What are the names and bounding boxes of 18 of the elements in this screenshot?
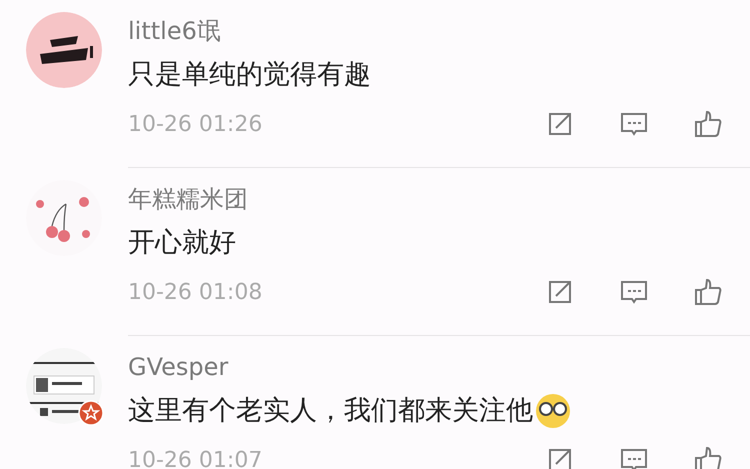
comment-icon[interactable] [620, 446, 648, 469]
user-name[interactable]: little6氓 [128, 14, 750, 48]
like-icon[interactable] [694, 446, 722, 469]
share-icon[interactable] [546, 278, 574, 306]
comment-time: 10-26 01:07 [128, 448, 264, 469]
comment-text: 只是单纯的觉得有趣 [128, 58, 371, 92]
share-icon[interactable] [546, 110, 574, 138]
comment-icon[interactable] [620, 110, 648, 138]
like-icon[interactable] [694, 110, 722, 138]
like-icon[interactable] [694, 278, 722, 306]
user-name[interactable]: GVesper [128, 350, 750, 384]
comment-time: 10-26 01:08 [128, 280, 264, 304]
comment-text: 这里有个老实人，我们都来关注他 [128, 394, 533, 428]
user-name[interactable]: 年糕糯米团 [128, 182, 750, 216]
share-icon[interactable] [546, 446, 574, 469]
comment-icon[interactable] [620, 278, 648, 306]
comment-time: 10-26 01:26 [128, 112, 264, 136]
comment-text: 开心就好 [128, 226, 236, 260]
